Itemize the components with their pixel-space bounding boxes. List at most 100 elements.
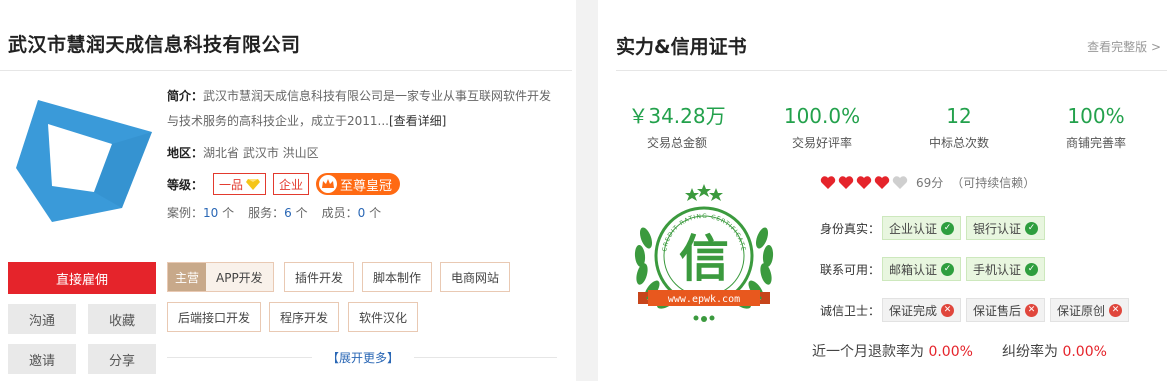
chip-label: 银行认证 <box>973 221 1022 236</box>
seal-url: www.epwk.com <box>668 294 740 305</box>
company-logo[interactable] <box>8 86 158 236</box>
cases-unit: 个 <box>222 206 235 220</box>
company-name[interactable]: 武汉市慧润天成信息科技有限公司 <box>8 30 301 57</box>
cases-label: 案例： <box>167 206 204 220</box>
region-label: 地区： <box>167 146 204 160</box>
guard-chip[interactable]: 保证售后 ✕ <box>966 298 1046 322</box>
cross-icon: ✕ <box>1025 303 1039 317</box>
panel-divider <box>576 0 598 381</box>
contact-chip[interactable]: 手机认证 ✓ <box>966 257 1046 281</box>
credit-seal: CREDIT RATING CERTIFICATE 信 www.epwk.com <box>624 180 784 330</box>
refund-value: 0.00% <box>928 344 973 360</box>
grade-label: 等级： <box>167 177 204 192</box>
metric-bid-count: 12 中标总次数 <box>904 103 1014 151</box>
credit-score-row: 69分 （可持续信赖） <box>820 174 1035 191</box>
guard-chip[interactable]: 保证完成 ✕ <box>882 298 962 322</box>
grade-badge-yipin-label: 一品 <box>219 177 244 192</box>
company-panel: 武汉市慧润天成信息科技有限公司 简介：武汉市慧润天成信息科技有限公司是一家专业从… <box>0 0 572 381</box>
metric-positive-rate: 100.0% 交易好评率 <box>767 103 877 151</box>
heart-filled-icon <box>856 176 872 189</box>
skill-tag[interactable]: 脚本制作 <box>362 262 433 292</box>
share-button[interactable]: 分享 <box>88 344 156 374</box>
hire-button[interactable]: 直接雇佣 <box>8 262 156 294</box>
identity-label: 身份真实： <box>820 221 881 236</box>
heart-empty-icon <box>892 176 908 189</box>
metric-shop-completion: 100% 商铺完善率 <box>1041 103 1151 151</box>
refund-rate: 近一个月退款率为 0.00% <box>812 341 973 361</box>
expand-rule-left <box>167 357 312 358</box>
skill-tag[interactable]: 插件开发 <box>284 262 355 292</box>
crown-badge[interactable]: 至尊皇冠 <box>316 173 401 195</box>
guard-chip[interactable]: 保证原创 ✕ <box>1050 298 1130 322</box>
main-business-label: 主营 <box>168 263 206 291</box>
cross-icon: ✕ <box>1109 303 1123 317</box>
metric-total-amount: ￥34.28万 交易总金额 <box>622 103 732 151</box>
invite-button[interactable]: 邀请 <box>8 344 76 374</box>
services-label: 服务： <box>248 206 285 220</box>
company-region: 地区：湖北省 武汉市 洪山区 <box>167 142 557 164</box>
services-count[interactable]: 6 <box>284 206 292 220</box>
intro-more-link[interactable]: [查看详细] <box>389 114 446 128</box>
credit-score: 69分 <box>916 176 944 190</box>
members-count[interactable]: 0 <box>358 206 366 220</box>
intro-label: 简介： <box>167 89 204 103</box>
credit-title: 实力&信用证书 <box>616 36 747 58</box>
metric-value: 12 <box>946 104 972 128</box>
contact-chip[interactable]: 邮箱认证 ✓ <box>882 257 962 281</box>
check-icon: ✓ <box>941 262 955 276</box>
contact-row: 联系可用： 邮箱认证 ✓ 手机认证 ✓ <box>820 257 1050 281</box>
guard-label: 诚信卫士： <box>820 303 881 318</box>
skill-tag[interactable]: 后端接口开发 <box>167 302 262 332</box>
metric-label: 交易总金额 <box>646 136 707 150</box>
refund-label: 近一个月退款率为 <box>812 344 924 360</box>
crown-icon <box>319 175 338 193</box>
expand-rule-right <box>414 357 557 358</box>
check-icon: ✓ <box>941 221 955 235</box>
expand-more-link[interactable]: 【展开更多】 <box>312 349 414 366</box>
chip-label: 保证售后 <box>973 303 1022 318</box>
crown-badge-label: 至尊皇冠 <box>340 178 393 194</box>
dispute-value: 0.00% <box>1062 344 1107 360</box>
chip-label: 保证完成 <box>889 303 938 318</box>
heart-filled-icon <box>838 176 854 189</box>
skill-tag[interactable]: 程序开发 <box>269 302 340 332</box>
chat-button[interactable]: 沟通 <box>8 304 76 334</box>
metric-value: ￥34.28万 <box>628 104 726 128</box>
main-business-tag[interactable]: 主营 APP开发 <box>167 262 274 292</box>
check-icon: ✓ <box>1025 221 1039 235</box>
company-intro: 简介：武汉市慧润天成信息科技有限公司是一家专业从事互联网软件开发与技术服务的高科… <box>167 84 557 134</box>
identity-chip[interactable]: 银行认证 ✓ <box>966 216 1046 240</box>
company-stats: 案例：10 个服务：6 个成员：0 个 <box>167 203 557 223</box>
credit-title-divider <box>616 70 1167 71</box>
metric-label: 交易好评率 <box>791 136 852 150</box>
guard-row: 诚信卫士： 保证完成 ✕ 保证售后 ✕ 保证原创 ✕ <box>820 298 1134 322</box>
laurel-seal-icon: CREDIT RATING CERTIFICATE 信 www.epwk.com <box>634 184 774 322</box>
identity-chip[interactable]: 企业认证 ✓ <box>882 216 962 240</box>
region-value: 湖北省 武汉市 洪山区 <box>203 146 319 160</box>
credit-score-note: （可持续信赖） <box>951 176 1036 190</box>
grade-badge-yipin[interactable]: 一品 <box>213 173 267 195</box>
dispute-label: 纠纷率为 <box>1002 344 1058 360</box>
metric-value: 100.0% <box>783 104 861 128</box>
chip-label: 手机认证 <box>973 262 1022 277</box>
metric-label: 中标总次数 <box>928 136 989 150</box>
intro-text: 武汉市慧润天成信息科技有限公司是一家专业从事互联网软件开发与技术服务的高科技企业… <box>167 89 552 128</box>
grade-badge-enterprise[interactable]: 企业 <box>273 173 310 195</box>
metric-label: 商铺完善率 <box>1065 136 1126 150</box>
chip-label: 企业认证 <box>889 221 938 236</box>
seal-character: 信 <box>679 230 729 288</box>
metric-value: 100% <box>1067 104 1125 128</box>
heart-filled-icon <box>820 176 836 189</box>
identity-row: 身份真实： 企业认证 ✓ 银行认证 ✓ <box>820 216 1050 240</box>
contact-label: 联系可用： <box>820 262 881 277</box>
skill-tag[interactable]: 电商网站 <box>440 262 511 292</box>
title-divider <box>0 70 572 71</box>
skill-tag[interactable]: 软件汉化 <box>348 302 419 332</box>
gem-icon <box>246 179 261 190</box>
company-grade: 等级： 一品 企业 至尊皇冠 <box>167 172 557 196</box>
view-full-link[interactable]: 查看完整版 > <box>1087 38 1161 55</box>
cases-count[interactable]: 10 <box>203 206 218 220</box>
favorite-button[interactable]: 收藏 <box>88 304 156 334</box>
heart-filled-icon <box>874 176 890 189</box>
company-info: 简介：武汉市慧润天成信息科技有限公司是一家专业从事互联网软件开发与技术服务的高科… <box>167 84 557 223</box>
